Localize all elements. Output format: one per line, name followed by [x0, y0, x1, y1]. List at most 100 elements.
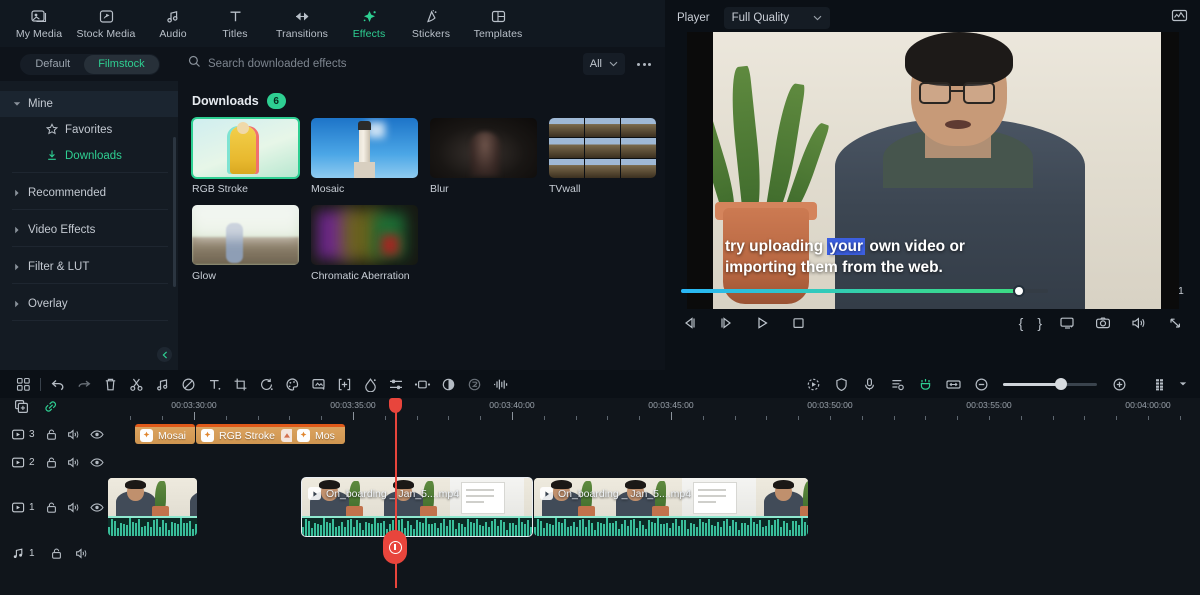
nav-item-my-media[interactable]: My Media: [8, 0, 70, 47]
motion-tracking-button[interactable]: [800, 371, 826, 397]
nav-item-stock-media[interactable]: Stock Media: [70, 0, 142, 47]
player-seek-bar[interactable]: [681, 285, 1049, 297]
voiceover-button[interactable]: [856, 371, 882, 397]
track-lane-video-2[interactable]: [108, 448, 1200, 476]
opacity-button[interactable]: [435, 371, 461, 397]
fit-timeline-button[interactable]: [940, 371, 966, 397]
playhead-handle[interactable]: [389, 398, 402, 413]
effect-card-tvwall[interactable]: TVwall: [549, 118, 656, 195]
timeline-ruler[interactable]: 00:03:30:00 00:03:35:00 00:03:40:00 00:03:4…: [108, 398, 1200, 420]
tab-default[interactable]: Default: [21, 55, 84, 74]
audio-ducking-button[interactable]: [884, 371, 910, 397]
disable-clip-button[interactable]: [175, 371, 201, 397]
nav-item-effects[interactable]: Effects: [338, 0, 400, 47]
nav-item-stickers[interactable]: Stickers: [400, 0, 462, 47]
track-lane-video-1[interactable]: On_boarding _ Jan_5....mp4 On_boarding _ …: [108, 476, 1200, 538]
sidebar-collapse-button[interactable]: [157, 347, 172, 362]
keyframe-button[interactable]: [409, 371, 435, 397]
video-clip[interactable]: [108, 478, 197, 536]
zoom-slider-knob[interactable]: [1055, 378, 1067, 390]
speaker-icon[interactable]: [63, 456, 85, 469]
zoom-in-button[interactable]: [1106, 371, 1132, 397]
color-button[interactable]: [279, 371, 305, 397]
add-media-box-icon[interactable]: [14, 399, 29, 419]
undo-button[interactable]: [45, 371, 71, 397]
speaker-icon[interactable]: [69, 547, 94, 560]
search-box[interactable]: [180, 53, 583, 75]
effect-card-mosaic[interactable]: Mosaic: [311, 118, 418, 195]
track-lane-video-3[interactable]: Mosai RGB Stroke Mos: [108, 420, 1200, 448]
filter-dropdown[interactable]: All: [582, 53, 625, 75]
track-lane-audio-1[interactable]: [108, 538, 1200, 568]
mask-button[interactable]: [357, 371, 383, 397]
search-input[interactable]: [208, 58, 468, 70]
next-frame-button[interactable]: [715, 312, 737, 334]
eye-icon[interactable]: [86, 457, 108, 468]
timeline-zoom-slider[interactable]: [1003, 378, 1097, 390]
lock-icon[interactable]: [41, 428, 63, 441]
sidebar-item-favorites[interactable]: Favorites: [0, 117, 178, 143]
display-mode-button[interactable]: [1056, 312, 1078, 334]
sidebar-item-recommended[interactable]: Recommended: [0, 180, 178, 206]
sidebar-item-downloads[interactable]: Downloads: [0, 143, 178, 169]
sidebar-item-overlay[interactable]: Overlay: [0, 291, 178, 317]
previous-frame-button[interactable]: [679, 312, 701, 334]
effect-card-glow[interactable]: Glow: [192, 205, 299, 282]
add-marker-button[interactable]: [331, 371, 357, 397]
track-manager-button[interactable]: [1148, 371, 1174, 397]
nav-item-transitions[interactable]: Transitions: [266, 0, 338, 47]
delete-button[interactable]: [97, 371, 123, 397]
audio-stretch-button[interactable]: [487, 371, 513, 397]
speed-button[interactable]: [253, 371, 279, 397]
stabilization-button[interactable]: [828, 371, 854, 397]
effect-clip[interactable]: Mos: [292, 424, 345, 444]
effect-card-blur[interactable]: Blur: [430, 118, 537, 195]
lock-icon[interactable]: [41, 501, 63, 514]
green-screen-button[interactable]: [305, 371, 331, 397]
player-progress-knob[interactable]: [1012, 285, 1025, 297]
quality-dropdown[interactable]: Full Quality: [723, 7, 831, 29]
speaker-icon[interactable]: [63, 501, 85, 514]
nav-item-titles[interactable]: Titles: [204, 0, 266, 47]
nav-item-templates[interactable]: Templates: [462, 0, 534, 47]
speed-ramp-button[interactable]: [461, 371, 487, 397]
tab-filmstock[interactable]: Filmstock: [84, 54, 159, 74]
mark-out-button[interactable]: }: [1037, 315, 1042, 331]
lock-icon[interactable]: [41, 456, 63, 469]
speaker-icon[interactable]: [63, 428, 85, 441]
play-button[interactable]: [751, 312, 773, 334]
crop-button[interactable]: [227, 371, 253, 397]
redo-button[interactable]: [71, 371, 97, 397]
eye-icon[interactable]: [86, 429, 108, 440]
detach-audio-button[interactable]: [149, 371, 175, 397]
snap-toggle-button[interactable]: [912, 371, 938, 397]
mark-in-button[interactable]: {: [1019, 315, 1024, 331]
sidebar-item-filter-lut[interactable]: Filter & LUT: [0, 254, 178, 280]
add-text-button[interactable]: [201, 371, 227, 397]
layout-button[interactable]: [10, 371, 36, 397]
video-preview[interactable]: try uploading your own video or importin…: [687, 32, 1179, 309]
playhead-record-marker[interactable]: [383, 530, 407, 564]
link-chain-icon[interactable]: [43, 399, 59, 419]
effect-card-chromatic-aberration[interactable]: Chromatic Aberration: [311, 205, 418, 282]
volume-button[interactable]: [1128, 312, 1150, 334]
nav-item-audio[interactable]: Audio: [142, 0, 204, 47]
sidebar-item-mine[interactable]: Mine: [0, 91, 178, 117]
eye-icon[interactable]: [86, 502, 108, 513]
waveform-graph-icon[interactable]: [1171, 8, 1188, 28]
effect-clip[interactable]: RGB Stroke: [196, 424, 299, 444]
effect-clip[interactable]: Mosai: [135, 424, 195, 444]
track-manager-chevron-icon[interactable]: [1176, 371, 1190, 397]
effect-card-rgb-stroke[interactable]: RGB Stroke: [191, 117, 300, 195]
video-clip[interactable]: On_boarding _ Jan_5....mp4: [534, 478, 808, 536]
fullscreen-button[interactable]: [1164, 312, 1186, 334]
snapshot-button[interactable]: [1092, 312, 1114, 334]
lock-icon[interactable]: [44, 547, 69, 560]
sidebar-scrollbar[interactable]: [173, 137, 176, 287]
audio-mixer-button[interactable]: [383, 371, 409, 397]
stop-button[interactable]: [787, 312, 809, 334]
zoom-out-button[interactable]: [968, 371, 994, 397]
more-dots-icon[interactable]: [631, 53, 657, 75]
split-button[interactable]: [123, 371, 149, 397]
sidebar-item-video-effects[interactable]: Video Effects: [0, 217, 178, 243]
